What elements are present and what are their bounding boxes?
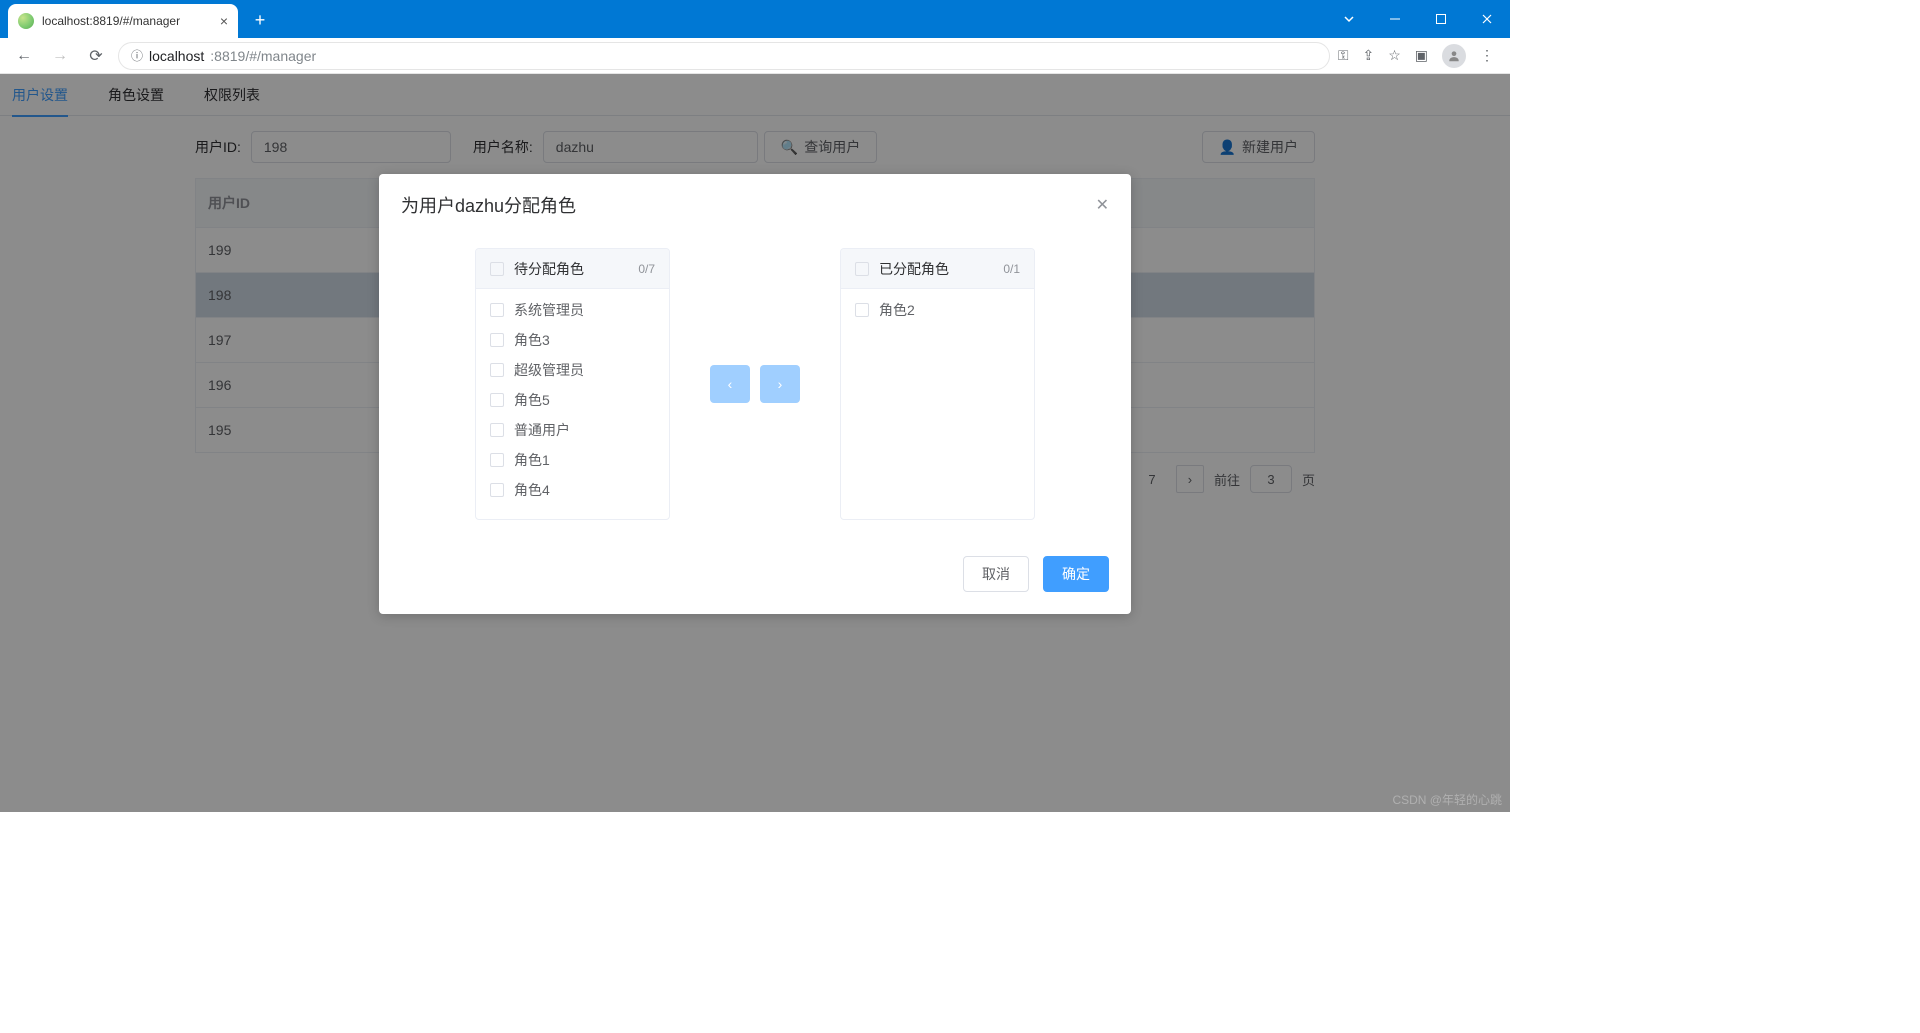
panel-count: 0/1 bbox=[1003, 262, 1020, 276]
key-icon[interactable]: ⚿ bbox=[1338, 47, 1349, 64]
transfer-item[interactable]: 角色2 bbox=[841, 295, 1034, 325]
item-label: 角色3 bbox=[514, 330, 550, 350]
assign-role-dialog: 为用户dazhu分配角色 ✕ 待分配角色 0/7 系统管理员角色3超级管理员角色… bbox=[379, 174, 1131, 614]
item-label: 角色1 bbox=[514, 450, 550, 470]
window-minimize-icon[interactable] bbox=[1372, 0, 1418, 38]
item-label: 超级管理员 bbox=[514, 360, 584, 380]
transfer-item[interactable]: 普通用户 bbox=[476, 415, 669, 445]
browser-tab[interactable]: localhost:8819/#/manager × bbox=[8, 4, 238, 38]
menu-icon[interactable]: ⋮ bbox=[1480, 47, 1494, 64]
transfer-buttons: ‹ › bbox=[710, 365, 800, 403]
item-label: 系统管理员 bbox=[514, 300, 584, 320]
move-left-button[interactable]: ‹ bbox=[710, 365, 750, 403]
transfer-item[interactable]: 角色5 bbox=[476, 385, 669, 415]
panel-title: 已分配角色 bbox=[879, 259, 1003, 279]
info-icon: ⓘ bbox=[131, 47, 143, 64]
extension-icon[interactable]: ▣ bbox=[1415, 47, 1428, 64]
checkbox[interactable] bbox=[490, 363, 504, 377]
page-content: 用户设置 角色设置 权限列表 用户ID: 198 用户名称: dazhu 🔍 查… bbox=[0, 74, 1510, 812]
window-controls bbox=[1326, 0, 1510, 38]
tab-title: localhost:8819/#/manager bbox=[42, 14, 180, 28]
star-icon[interactable]: ☆ bbox=[1388, 47, 1401, 64]
role-transfer: 待分配角色 0/7 系统管理员角色3 超级管理员角色5 普通用户角色1 角色4 ‹ ›… bbox=[379, 224, 1131, 556]
url-path: :8819/#/manager bbox=[210, 48, 316, 64]
item-label: 普通用户 bbox=[514, 420, 570, 440]
chevron-right-icon: › bbox=[778, 376, 783, 392]
transfer-item[interactable]: 角色4 bbox=[476, 475, 669, 505]
url-host: localhost bbox=[149, 48, 204, 64]
dialog-title: 为用户dazhu分配角色 bbox=[401, 192, 1096, 218]
reload-icon[interactable]: ⟳ bbox=[82, 42, 110, 70]
checkbox[interactable] bbox=[490, 393, 504, 407]
checkbox[interactable] bbox=[855, 303, 869, 317]
browser-actions: ⚿ ⇪ ☆ ▣ ⋮ bbox=[1338, 44, 1500, 68]
tab-favicon bbox=[18, 13, 34, 29]
select-all-checkbox[interactable] bbox=[855, 262, 869, 276]
move-right-button[interactable]: › bbox=[760, 365, 800, 403]
new-tab-button[interactable]: + bbox=[246, 6, 274, 34]
item-label: 角色5 bbox=[514, 390, 550, 410]
transfer-item[interactable]: 系统管理员 bbox=[476, 295, 669, 325]
item-label: 角色2 bbox=[879, 300, 915, 320]
checkbox[interactable] bbox=[490, 333, 504, 347]
browser-titlebar: localhost:8819/#/manager × + bbox=[0, 0, 1510, 38]
chevron-down-icon[interactable] bbox=[1326, 0, 1372, 38]
transfer-item[interactable]: 角色3 bbox=[476, 325, 669, 355]
checkbox[interactable] bbox=[490, 303, 504, 317]
address-bar[interactable]: ⓘ localhost :8819/#/manager bbox=[118, 42, 1330, 70]
watermark-text: CSDN @年轻的心跳 bbox=[1392, 791, 1502, 808]
forward-icon[interactable]: → bbox=[46, 42, 74, 70]
browser-toolbar: ← → ⟳ ⓘ localhost :8819/#/manager ⚿ ⇪ ☆ ▣… bbox=[0, 38, 1510, 74]
checkbox[interactable] bbox=[490, 423, 504, 437]
panel-title: 待分配角色 bbox=[514, 259, 638, 279]
profile-avatar[interactable] bbox=[1442, 44, 1466, 68]
select-all-checkbox[interactable] bbox=[490, 262, 504, 276]
assigned-roles-panel: 已分配角色 0/1 角色2 bbox=[840, 248, 1035, 520]
chevron-left-icon: ‹ bbox=[728, 376, 733, 392]
close-tab-icon[interactable]: × bbox=[220, 13, 228, 29]
checkbox[interactable] bbox=[490, 483, 504, 497]
available-roles-panel: 待分配角色 0/7 系统管理员角色3 超级管理员角色5 普通用户角色1 角色4 bbox=[475, 248, 670, 520]
confirm-button[interactable]: 确定 bbox=[1043, 556, 1109, 592]
share-icon[interactable]: ⇪ bbox=[1362, 47, 1374, 64]
window-close-icon[interactable] bbox=[1464, 0, 1510, 38]
item-label: 角色4 bbox=[514, 480, 550, 500]
modal-overlay: 为用户dazhu分配角色 ✕ 待分配角色 0/7 系统管理员角色3超级管理员角色… bbox=[0, 74, 1510, 812]
checkbox[interactable] bbox=[490, 453, 504, 467]
back-icon[interactable]: ← bbox=[10, 42, 38, 70]
panel-count: 0/7 bbox=[638, 262, 655, 276]
close-icon[interactable]: ✕ bbox=[1096, 195, 1109, 215]
transfer-item[interactable]: 角色1 bbox=[476, 445, 669, 475]
window-maximize-icon[interactable] bbox=[1418, 0, 1464, 38]
cancel-button[interactable]: 取消 bbox=[963, 556, 1029, 592]
transfer-item[interactable]: 超级管理员 bbox=[476, 355, 669, 385]
